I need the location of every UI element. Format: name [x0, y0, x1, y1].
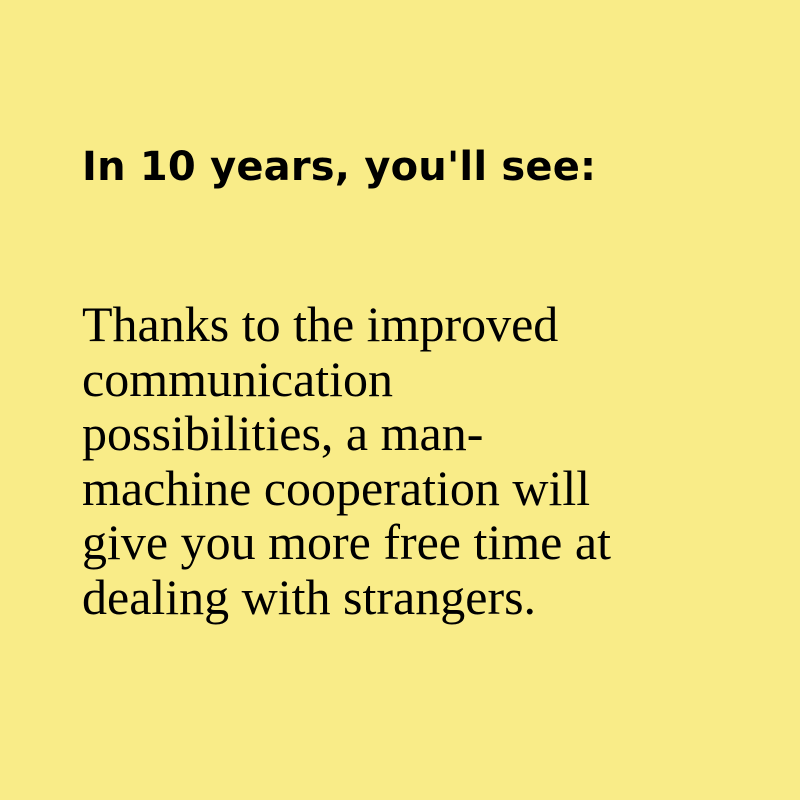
- quote-card: In 10 years, you'll see: Thanks to the i…: [0, 0, 800, 800]
- body-line: communication: [82, 350, 394, 407]
- body-line: dealing with strangers.: [82, 568, 537, 625]
- body-line: Thanks to the improved: [82, 296, 559, 352]
- body-text: Thanks to the improved communication pos…: [82, 297, 611, 624]
- body-line: possibilities, a man-: [82, 405, 484, 461]
- headline: In 10 years, you'll see:: [82, 144, 597, 190]
- body-line: give you more free time at: [82, 514, 611, 570]
- body-line: machine cooperation will: [82, 459, 591, 516]
